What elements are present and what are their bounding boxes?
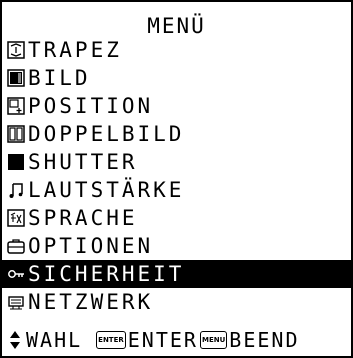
menu-item-label: LAUTSTÄRKE — [28, 178, 185, 202]
shutter-icon — [6, 152, 26, 172]
menu-item-position[interactable]: POSITION — [2, 92, 351, 120]
menu-item-label: NETZWERK — [28, 290, 154, 314]
menu-item-label: POSITION — [28, 94, 154, 118]
trapezoid-icon — [6, 40, 26, 60]
menu-item-label: SPRACHE — [28, 206, 138, 230]
menu-item-label: BILD — [28, 66, 91, 90]
osd-menu-frame: MENÜ TRAPEZ BILD POSITION DOPPELBILD SHU… — [0, 0, 353, 358]
menu-item-sicherheit[interactable]: SICHERHEIT — [2, 260, 351, 288]
menu-item-bild[interactable]: BILD — [2, 64, 351, 92]
menu-item-label: DOPPELBILD — [28, 122, 185, 146]
enter-hint-label: ENTER — [127, 328, 198, 352]
menu-item-shutter[interactable]: SHUTTER — [2, 148, 351, 176]
menu-item-label: TRAPEZ — [28, 38, 122, 62]
menu-item-label: OPTIONEN — [28, 234, 154, 258]
select-hint-label: WAHL — [26, 328, 83, 352]
menu-item-doppelbild[interactable]: DOPPELBILD — [2, 120, 351, 148]
menu-item-label: SICHERHEIT — [28, 262, 185, 286]
menu-item-label: SHUTTER — [28, 150, 138, 174]
position-icon — [6, 96, 26, 116]
picture-icon — [6, 68, 26, 88]
dual-picture-icon — [6, 124, 26, 144]
enter-key-icon: ENTER — [96, 331, 126, 349]
up-down-arrows-icon — [8, 329, 22, 351]
language-icon — [6, 208, 26, 228]
key-icon — [6, 264, 26, 284]
exit-hint-label: BEEND — [229, 328, 300, 352]
network-icon — [6, 292, 26, 312]
music-note-icon — [6, 180, 26, 200]
options-icon — [6, 236, 26, 256]
menu-key-icon: MENU — [199, 331, 228, 349]
menu-item-optionen[interactable]: OPTIONEN — [2, 232, 351, 260]
menu-item-sprache[interactable]: SPRACHE — [2, 204, 351, 232]
menu-list: TRAPEZ BILD POSITION DOPPELBILD SHUTTER — [2, 36, 351, 316]
menu-footer-hints: WAHL ENTER ENTER MENU BEEND — [2, 326, 351, 354]
menu-item-trapez[interactable]: TRAPEZ — [2, 36, 351, 64]
menu-item-lautstaerke[interactable]: LAUTSTÄRKE — [2, 176, 351, 204]
menu-item-netzwerk[interactable]: NETZWERK — [2, 288, 351, 316]
